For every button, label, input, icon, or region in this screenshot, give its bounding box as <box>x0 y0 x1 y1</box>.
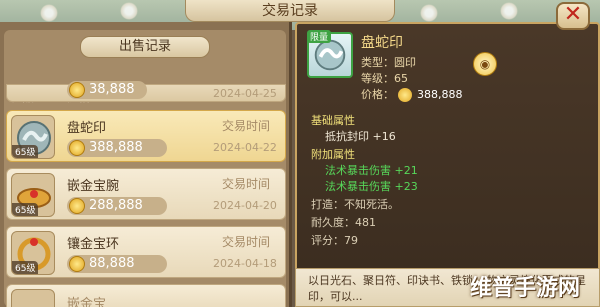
detail-seal-icon: 限量 <box>307 30 353 78</box>
seal-icon: 65级 <box>11 115 55 159</box>
item-time-label: 交易时间 <box>222 119 271 133</box>
item-level: 65级 <box>12 145 39 158</box>
item-name: 盘蛇印 <box>67 121 107 136</box>
item-level: 65级 <box>12 203 39 216</box>
list-item[interactable]: 38,888 2024-04-25 <box>6 81 286 102</box>
item-price: 288,888 <box>89 198 143 213</box>
list-item[interactable]: 65级 嵌金宝腕 交易时间 288,888 2024-04-20 <box>6 168 286 220</box>
detail-price-value: 388,888 <box>417 88 463 101</box>
item-date: 2024-04-22 <box>213 141 277 154</box>
durability-text: 耐久度：481 <box>311 216 376 229</box>
base-attr-title: 基础属性 <box>311 114 355 127</box>
base-attr-value: 抵抗封印 +16 <box>325 130 396 143</box>
coin-icon <box>69 256 85 272</box>
bracelet-icon: 65级 <box>11 173 55 217</box>
item-price-box: 288,888 <box>67 197 167 215</box>
watermark-text: 维普手游网 <box>470 276 581 301</box>
item-level: 65级 <box>12 261 39 274</box>
list-item[interactable]: 嵌金宝 <box>6 284 286 307</box>
list-item-selected[interactable]: 65级 盘蛇印 交易时间 388,888 2024-04-22 <box>6 110 286 162</box>
item-price: 88,888 <box>89 256 135 271</box>
ring-icon: 65级 <box>11 231 55 275</box>
item-time-label: 交易时间 <box>222 177 271 191</box>
tab-sales-record[interactable]: 出售记录 <box>80 36 210 58</box>
item-price-box: 388,888 <box>67 139 167 157</box>
extra-attr-1: 法术暴击伤害 +21 <box>325 164 418 177</box>
item-date: 2024-04-25 <box>213 87 277 100</box>
item-price: 38,888 <box>89 82 135 97</box>
detail-price: 价格： 388,888 <box>361 86 463 102</box>
sales-record-panel: 出售记录 物品 价格 38,888 2024-04-25 65级 盘蛇印 交易时… <box>0 22 292 307</box>
item-price-box: 88,888 <box>67 255 167 273</box>
detail-item-name: 盘蛇印 <box>361 35 403 51</box>
item-name: 嵌金宝腕 <box>67 179 120 194</box>
trade-record-window: 出售记录 物品 价格 38,888 2024-04-25 65级 盘蛇印 交易时… <box>0 0 600 307</box>
extra-attr-2: 法术暴击伤害 +23 <box>325 180 418 193</box>
coin-icon <box>69 82 85 98</box>
detail-type: 类型：圆印 <box>361 56 416 69</box>
coin-icon <box>69 140 85 156</box>
preview-eye-icon[interactable]: ◉ <box>473 52 497 76</box>
window-title: 交易记录 <box>185 0 395 22</box>
item-time-label: 交易时间 <box>222 235 271 249</box>
item-icon <box>11 289 55 307</box>
detail-level: 等级：65 <box>361 72 408 85</box>
coin-icon <box>397 88 412 102</box>
item-detail-panel: 限量 盘蛇印 类型：圆印 等级：65 价格： 388,888 ◉ 基础属性 抵抗… <box>295 22 600 307</box>
coin-icon <box>69 198 85 214</box>
item-date: 2024-04-20 <box>213 199 277 212</box>
item-name: 嵌金宝 <box>67 297 107 307</box>
detail-price-label: 价格： <box>361 88 394 101</box>
list-item[interactable]: 65级 镶金宝环 交易时间 88,888 2024-04-18 <box>6 226 286 278</box>
close-button[interactable]: ✕ <box>556 2 590 30</box>
item-date: 2024-04-18 <box>213 257 277 270</box>
score-text: 评分：79 <box>311 234 358 247</box>
item-name: 镶金宝环 <box>67 237 120 252</box>
item-price: 388,888 <box>89 140 143 155</box>
extra-attr-title: 附加属性 <box>311 148 355 161</box>
forge-text: 打造：不知死活。 <box>311 198 399 211</box>
limited-badge: 限量 <box>307 30 332 43</box>
